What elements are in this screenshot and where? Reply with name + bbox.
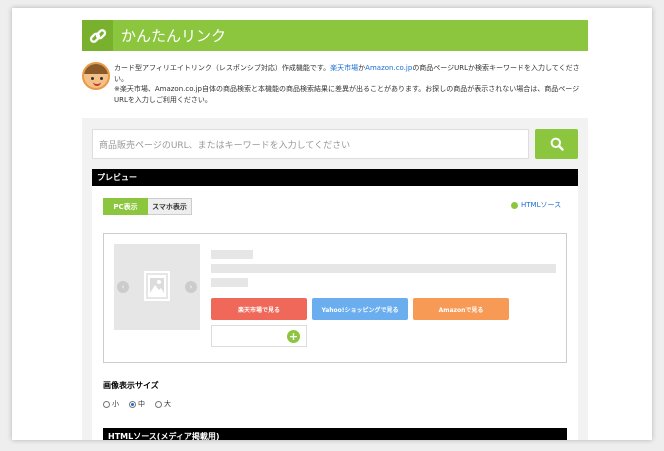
avatar (82, 62, 110, 90)
preview-area: PC表示 スマホ表示 HTMLソース ‹ › 楽天市場で見る Yahoo!ショッ… (92, 186, 578, 440)
rakuten-link[interactable]: 楽天市場 (330, 64, 358, 72)
view-tabs: PC表示 スマホ表示 (103, 198, 192, 215)
title-placeholder (211, 250, 253, 259)
search-placeholder: 商品販売ページのURL、またはキーワードを入力してください (99, 140, 351, 151)
size-option-small[interactable]: 小 (103, 399, 119, 409)
next-arrow-icon[interactable]: › (185, 281, 197, 293)
price-placeholder (211, 278, 248, 287)
search-input[interactable]: 商品販売ページのURL、またはキーワードを入力してください (92, 129, 529, 159)
image-icon (144, 271, 170, 301)
text-placeholder (211, 264, 556, 273)
amazon-link[interactable]: Amazon.co.jp (365, 64, 412, 72)
image-size-label: 画像表示サイズ (103, 381, 159, 390)
add-button-slot[interactable]: + (211, 325, 307, 347)
page-header: かんたんリンク (82, 20, 588, 51)
html-source-link[interactable]: HTMLソース (511, 200, 561, 210)
search-button[interactable] (535, 129, 578, 159)
tab-smartphone[interactable]: スマホ表示 (148, 198, 192, 215)
app-window: かんたんリンク カード型アフィリエイトリンク（レスポンシブ対応）作成機能です。楽… (12, 8, 652, 440)
image-size-options: 小 中 大 (103, 399, 171, 409)
main-panel: 商品販売ページのURL、またはキーワードを入力してください プレビュー PC表示… (82, 118, 588, 440)
size-option-medium[interactable]: 中 (129, 399, 145, 409)
preview-heading: プレビュー (92, 169, 578, 186)
rakuten-button[interactable]: 楽天市場で見る (211, 298, 307, 320)
tab-pc[interactable]: PC表示 (103, 198, 148, 215)
amazon-button[interactable]: Amazonで見る (413, 298, 509, 320)
search-icon (550, 137, 564, 151)
link-icon (82, 20, 113, 51)
link-card-preview: ‹ › 楽天市場で見る Yahoo!ショッピングで見る Amazonで見る + (103, 233, 567, 363)
plus-icon[interactable]: + (287, 330, 300, 343)
description-note: ※楽天市場、Amazon.co.jp自体の商品検索と本機能の商品検索結果に差異が… (114, 85, 580, 104)
html-source-heading: HTMLソース(メディア掲載用) (103, 428, 567, 440)
yahoo-button[interactable]: Yahoo!ショッピングで見る (312, 298, 408, 320)
bullet-icon (511, 201, 518, 209)
page-title: かんたんリンク (121, 27, 227, 45)
description: カード型アフィリエイトリンク（レスポンシブ対応）作成機能です。楽天市場かAmaz… (114, 64, 580, 104)
product-image-placeholder: ‹ › (114, 244, 200, 330)
size-option-large[interactable]: 大 (155, 399, 171, 409)
prev-arrow-icon[interactable]: ‹ (117, 281, 129, 293)
